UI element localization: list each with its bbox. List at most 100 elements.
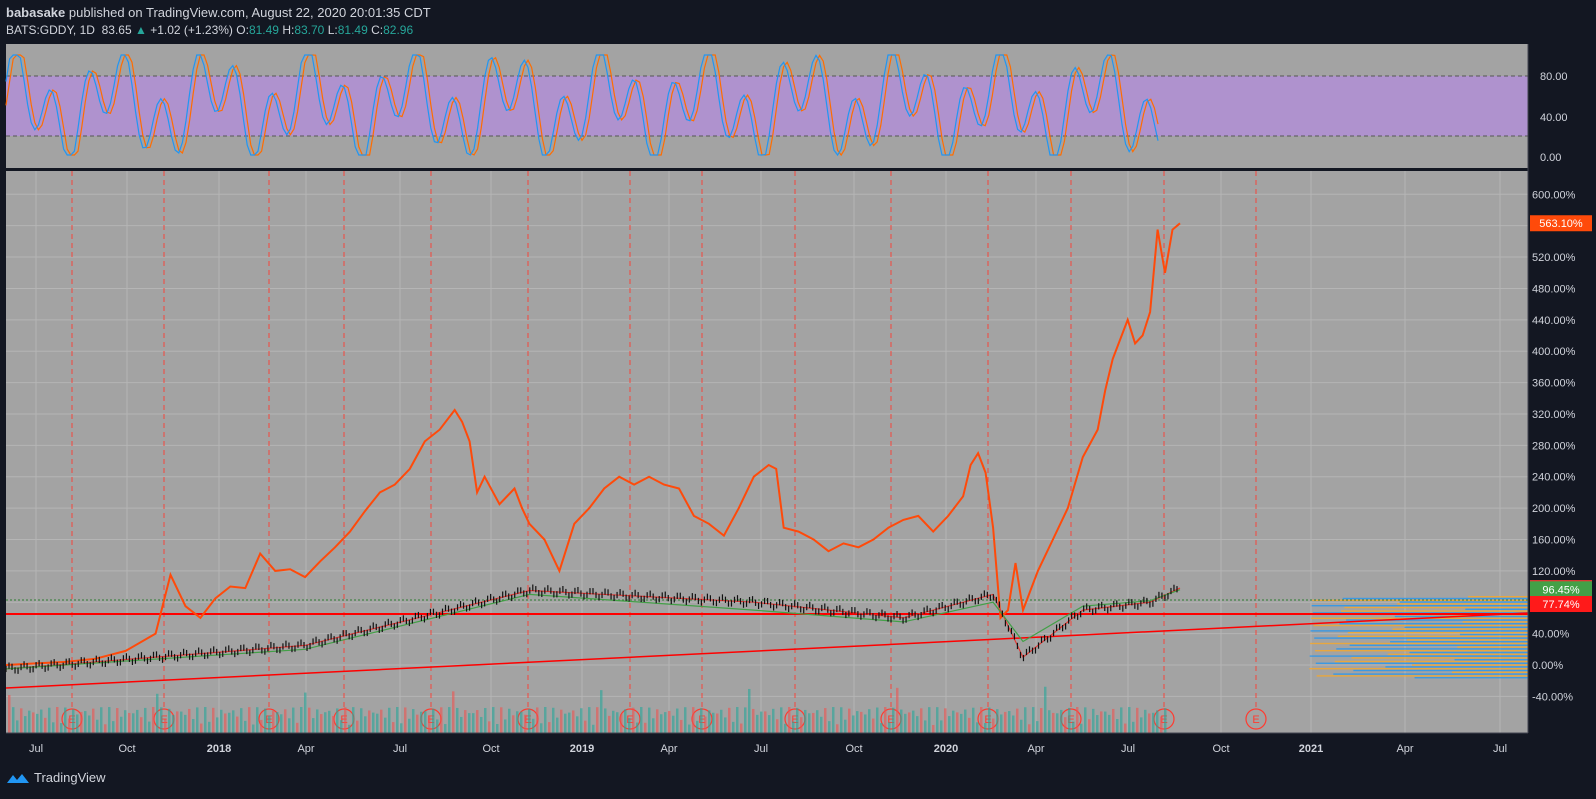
volume-profile-bar xyxy=(1313,624,1528,627)
volume-bar xyxy=(444,724,447,733)
volume-bar xyxy=(760,711,763,733)
volume-bar xyxy=(92,708,95,733)
volume-bar xyxy=(880,723,883,733)
volume-bar xyxy=(656,709,659,733)
y-tick-label: 440.00% xyxy=(1532,315,1576,327)
volume-bar xyxy=(360,708,363,733)
volume-bar xyxy=(840,707,843,733)
volume-bar xyxy=(164,719,167,733)
volume-bar xyxy=(940,720,943,733)
volume-bar xyxy=(636,722,639,733)
volume-bar xyxy=(1076,707,1079,733)
y-tick-label: 40.00% xyxy=(1532,629,1570,641)
volume-bar xyxy=(864,714,867,733)
volume-bar xyxy=(96,719,99,733)
volume-bar xyxy=(108,707,111,733)
x-tick-label: 2019 xyxy=(570,743,594,755)
y-tick-label: 480.00% xyxy=(1532,283,1576,295)
volume-bar xyxy=(828,721,831,733)
main-pane xyxy=(6,171,1528,733)
volume-bar xyxy=(1032,707,1035,733)
volume-bar xyxy=(272,710,275,733)
volume-bar xyxy=(624,709,627,733)
volume-bar xyxy=(872,718,875,733)
volume-bar xyxy=(1164,708,1167,733)
volume-bar xyxy=(212,707,215,733)
volume-bar xyxy=(1148,713,1151,733)
y-tick-label: 240.00% xyxy=(1532,472,1576,484)
volume-bar xyxy=(1072,721,1075,733)
volume-bar xyxy=(1100,711,1103,733)
volume-bar xyxy=(616,712,619,733)
volume-bar xyxy=(388,707,391,733)
footer-brand[interactable]: TradingView xyxy=(6,770,106,785)
volume-bar xyxy=(684,707,687,733)
volume-bar xyxy=(732,721,735,733)
volume-bar xyxy=(356,720,359,733)
volume-bar xyxy=(44,717,47,733)
volume-bar xyxy=(1024,707,1027,733)
volume-bar xyxy=(536,707,539,733)
volume-bar xyxy=(892,707,895,733)
y-tick-label: 160.00% xyxy=(1532,534,1576,546)
volume-bar xyxy=(988,707,991,733)
volume-bar xyxy=(780,707,783,733)
x-tick-label: Oct xyxy=(1212,743,1229,755)
volume-bar xyxy=(428,715,431,733)
volume-bar xyxy=(432,708,435,733)
volume-bar xyxy=(456,707,459,733)
volume-bar xyxy=(460,716,463,733)
volume-bar xyxy=(856,711,859,733)
volume-bar xyxy=(512,715,515,733)
volume-profile-bar xyxy=(1414,677,1528,679)
volume-bar xyxy=(192,719,195,733)
volume-bar xyxy=(676,708,679,733)
volume-bar xyxy=(1108,714,1111,733)
volume-bar xyxy=(516,711,519,733)
volume-bar xyxy=(556,717,559,733)
volume-bar xyxy=(132,713,135,733)
stoch-tick-label: 0.00 xyxy=(1540,152,1561,164)
volume-bar xyxy=(788,707,791,733)
volume-profile-bar xyxy=(1409,651,1528,654)
volume-bar xyxy=(396,707,399,733)
volume-profile-bar xyxy=(1468,596,1528,598)
volume-bar xyxy=(900,709,903,733)
volume-bar xyxy=(724,717,727,733)
volume-bar xyxy=(384,717,387,733)
chart-canvas[interactable]: 80.0040.000.00 EEEEEEEEEEEEEE 600.00%560… xyxy=(0,0,1596,799)
volume-bar xyxy=(104,724,107,733)
volume-bar xyxy=(680,719,683,733)
volume-bar xyxy=(1124,723,1127,733)
volume-profile-bar xyxy=(1310,630,1528,632)
volume-profile-bar xyxy=(1311,605,1528,607)
volume-bar xyxy=(716,713,719,733)
volume-bar xyxy=(664,712,667,733)
volume-bar xyxy=(324,712,327,733)
volume-bar xyxy=(744,707,747,733)
volume-bar xyxy=(764,711,767,733)
volume-bar xyxy=(608,715,611,733)
volume-bar xyxy=(996,709,999,733)
volume-bar xyxy=(412,709,415,733)
volume-bar xyxy=(552,707,555,733)
volume-bar xyxy=(228,712,231,733)
volume-bar xyxy=(1000,714,1003,733)
volume-bar xyxy=(144,707,147,733)
volume-bar xyxy=(236,716,239,733)
volume-bar xyxy=(276,712,279,733)
x-tick-label: Jul xyxy=(1493,743,1507,755)
volume-bar xyxy=(288,718,291,733)
volume-bar xyxy=(168,708,171,733)
volume-bar xyxy=(1016,708,1019,733)
volume-bar xyxy=(244,720,247,733)
volume-bar xyxy=(576,716,579,733)
volume-bar xyxy=(952,710,955,733)
volume-bar xyxy=(1012,715,1015,733)
volume-bar xyxy=(548,722,551,733)
volume-bar xyxy=(960,713,963,733)
volume-bar xyxy=(740,723,743,733)
volume-bar xyxy=(888,722,891,733)
volume-bar xyxy=(1084,707,1087,733)
volume-bar xyxy=(468,713,471,733)
